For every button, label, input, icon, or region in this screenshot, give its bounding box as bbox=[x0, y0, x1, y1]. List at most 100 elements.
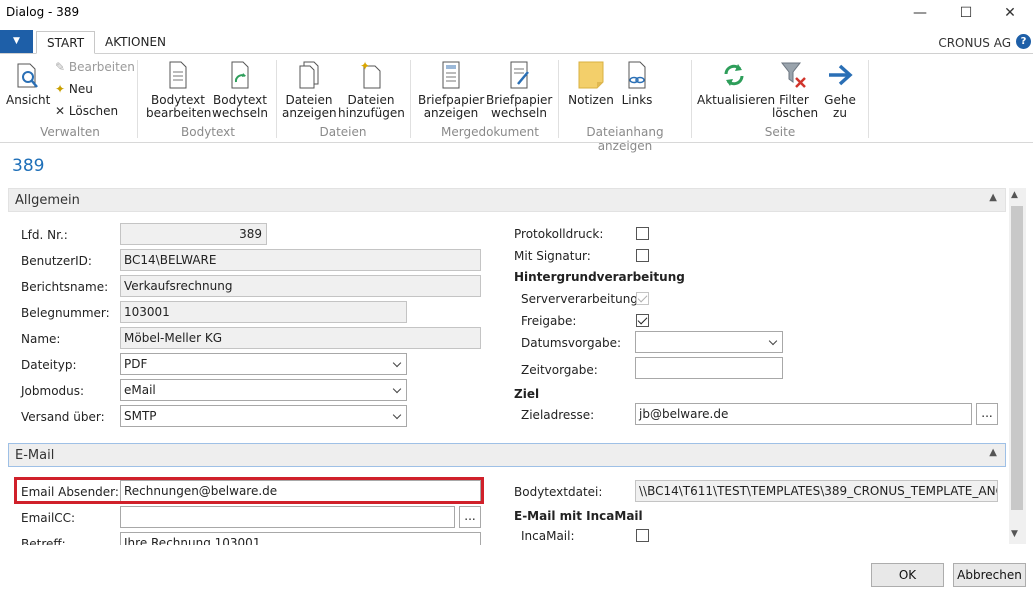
loeschen-button[interactable]: ✕ Löschen bbox=[55, 104, 118, 118]
fasttab-email[interactable]: E-Mail ▲ bbox=[8, 443, 1006, 467]
neu-label: Neu bbox=[68, 82, 93, 96]
beleg-field[interactable]: 103001 bbox=[120, 301, 407, 323]
zeit-input[interactable] bbox=[635, 357, 783, 379]
zieladresse-input[interactable]: jb@belware.de bbox=[635, 403, 972, 425]
close-button[interactable]: ✕ bbox=[987, 0, 1033, 26]
dateien-hinzufuegen-button[interactable]: ✦ Dateien hinzufügen bbox=[338, 60, 405, 120]
clear-filter-icon bbox=[780, 62, 806, 88]
group-separator bbox=[558, 60, 559, 138]
fasttab-allgemein[interactable]: Allgemein ▲ bbox=[8, 188, 1006, 212]
document-edit-icon bbox=[169, 61, 187, 89]
briefpapier-wechseln-line2: wechseln bbox=[491, 106, 547, 120]
bericht-field[interactable]: Verkaufsrechnung bbox=[120, 275, 481, 297]
bodytext-bearbeiten-button[interactable]: Bodytext bearbeiten bbox=[146, 60, 211, 120]
gehe-zu-line1: Gehe bbox=[824, 93, 856, 107]
svg-text:✦: ✦ bbox=[360, 60, 370, 73]
incamail-checkbox[interactable] bbox=[636, 529, 649, 542]
lfd-nr-field[interactable]: 389 bbox=[120, 223, 267, 245]
datum-select[interactable] bbox=[635, 331, 783, 353]
scroll-down-icon[interactable]: ▼ bbox=[1011, 529, 1018, 539]
tab-aktionen[interactable]: AKTIONEN bbox=[95, 31, 176, 54]
cc-lookup-button[interactable]: ... bbox=[459, 506, 481, 528]
betreff-label: Betreff: bbox=[21, 537, 66, 545]
filter-loeschen-line2: löschen bbox=[772, 106, 819, 120]
bodytext-wechseln-button[interactable]: Bodytext wechseln bbox=[210, 60, 270, 120]
pencil-icon: ✎ bbox=[55, 60, 66, 74]
server-label: Serververarbeitung: bbox=[521, 292, 642, 306]
cc-input[interactable] bbox=[120, 506, 455, 528]
zieladresse-label: Zieladresse: bbox=[521, 408, 595, 422]
view-icon bbox=[17, 63, 38, 88]
incamail-label: IncaMail: bbox=[521, 529, 575, 543]
app-menu-button[interactable]: ▼ bbox=[0, 30, 33, 53]
bericht-label: Berichtsname: bbox=[21, 280, 109, 294]
group-separator bbox=[137, 60, 138, 138]
scroll-up-icon[interactable]: ▲ bbox=[1011, 190, 1018, 200]
minimize-button[interactable]: — bbox=[897, 0, 943, 26]
versand-select[interactable]: SMTP bbox=[120, 405, 407, 427]
help-icon[interactable]: ? bbox=[1016, 34, 1031, 49]
company-name[interactable]: CRONUS AG bbox=[938, 36, 1011, 50]
title-bar: Dialog - 389 — ☐ ✕ bbox=[0, 0, 1033, 26]
add-file-icon: ✦ bbox=[360, 60, 381, 89]
group-separator bbox=[691, 60, 692, 138]
highlight-box bbox=[14, 477, 484, 504]
links-label: Links bbox=[621, 93, 653, 107]
notizen-label: Notizen bbox=[568, 93, 614, 107]
group-label-bodytext: Bodytext bbox=[181, 125, 235, 139]
filter-loeschen-button[interactable]: Filter löschen bbox=[772, 60, 819, 120]
letterhead-edit-icon bbox=[510, 61, 529, 89]
note-icon bbox=[578, 61, 604, 89]
freigabe-checkbox[interactable] bbox=[636, 314, 649, 327]
group-label-seite: Seite bbox=[764, 125, 796, 139]
signatur-checkbox[interactable] bbox=[636, 249, 649, 262]
aktualisieren-label: Aktualisieren bbox=[697, 93, 776, 107]
email-clip-area: Betreff: Ihre Rechnung 103001 bbox=[0, 532, 1005, 545]
benutzer-label: BenutzerID: bbox=[21, 254, 92, 268]
loeschen-label: Löschen bbox=[68, 104, 119, 118]
group-label-verwalten: Verwalten bbox=[40, 125, 100, 139]
tab-start[interactable]: START bbox=[36, 31, 96, 54]
group-separator bbox=[410, 60, 411, 138]
group-label-dateien: Dateien bbox=[319, 125, 367, 139]
briefpapier-anzeigen-button[interactable]: Briefpapier anzeigen bbox=[418, 60, 484, 120]
bodytext-bearbeiten-line1: Bodytext bbox=[151, 93, 205, 107]
neu-button[interactable]: ✦ Neu bbox=[55, 82, 93, 96]
betreff-input[interactable]: Ihre Rechnung 103001 bbox=[120, 532, 481, 545]
name-field[interactable]: Möbel-Meller KG bbox=[120, 327, 481, 349]
filter-loeschen-line1: Filter bbox=[779, 93, 809, 107]
zieladresse-lookup-button[interactable]: ... bbox=[976, 403, 998, 425]
protokoll-checkbox[interactable] bbox=[636, 227, 649, 240]
arrow-right-icon bbox=[829, 64, 853, 86]
datum-label: Datumsvorgabe: bbox=[521, 336, 622, 350]
jobmodus-select[interactable]: eMail bbox=[120, 379, 407, 401]
links-button[interactable]: Links bbox=[618, 60, 656, 107]
dateityp-select[interactable]: PDF bbox=[120, 353, 407, 375]
chevron-up-icon[interactable]: ▲ bbox=[989, 447, 997, 458]
briefpapier-wechseln-button[interactable]: Briefpapier wechseln bbox=[486, 60, 552, 120]
ansicht-button[interactable]: Ansicht bbox=[6, 62, 50, 107]
name-label: Name: bbox=[21, 332, 61, 346]
aktualisieren-button[interactable]: Aktualisieren bbox=[697, 60, 775, 107]
dateien-anzeigen-button[interactable]: Dateien anzeigen bbox=[282, 60, 337, 120]
dateityp-label: Dateityp: bbox=[21, 358, 77, 372]
dateien-anzeigen-line2: anzeigen bbox=[282, 106, 337, 120]
cancel-button[interactable]: Abbrechen bbox=[953, 563, 1026, 587]
notizen-button[interactable]: Notizen bbox=[566, 60, 616, 107]
versand-label: Versand über: bbox=[21, 410, 105, 424]
bodytext-wechseln-line2: wechseln bbox=[212, 106, 268, 120]
scrollbar-thumb[interactable] bbox=[1011, 206, 1023, 510]
bodytextdatei-field[interactable]: \\BC14\T611\TEST\TEMPLATES\389_CRONUS_TE… bbox=[635, 480, 998, 502]
group-label-dateianhang: Dateianhang anzeigen bbox=[586, 125, 664, 153]
ok-button[interactable]: OK bbox=[871, 563, 944, 587]
beleg-label: Belegnummer: bbox=[21, 306, 110, 320]
bearbeiten-button[interactable]: ✎ Bearbeiten bbox=[55, 60, 135, 74]
incamail-heading: E-Mail mit IncaMail bbox=[514, 509, 643, 523]
briefpapier-anzeigen-line1: Briefpapier bbox=[418, 93, 485, 107]
benutzer-field[interactable]: BC14\BELWARE bbox=[120, 249, 481, 271]
freigabe-label: Freigabe: bbox=[521, 314, 577, 328]
gehe-zu-button[interactable]: Gehe zu bbox=[820, 60, 860, 120]
chevron-up-icon[interactable]: ▲ bbox=[989, 192, 997, 203]
maximize-button[interactable]: ☐ bbox=[943, 0, 989, 26]
server-checkbox bbox=[636, 292, 649, 305]
